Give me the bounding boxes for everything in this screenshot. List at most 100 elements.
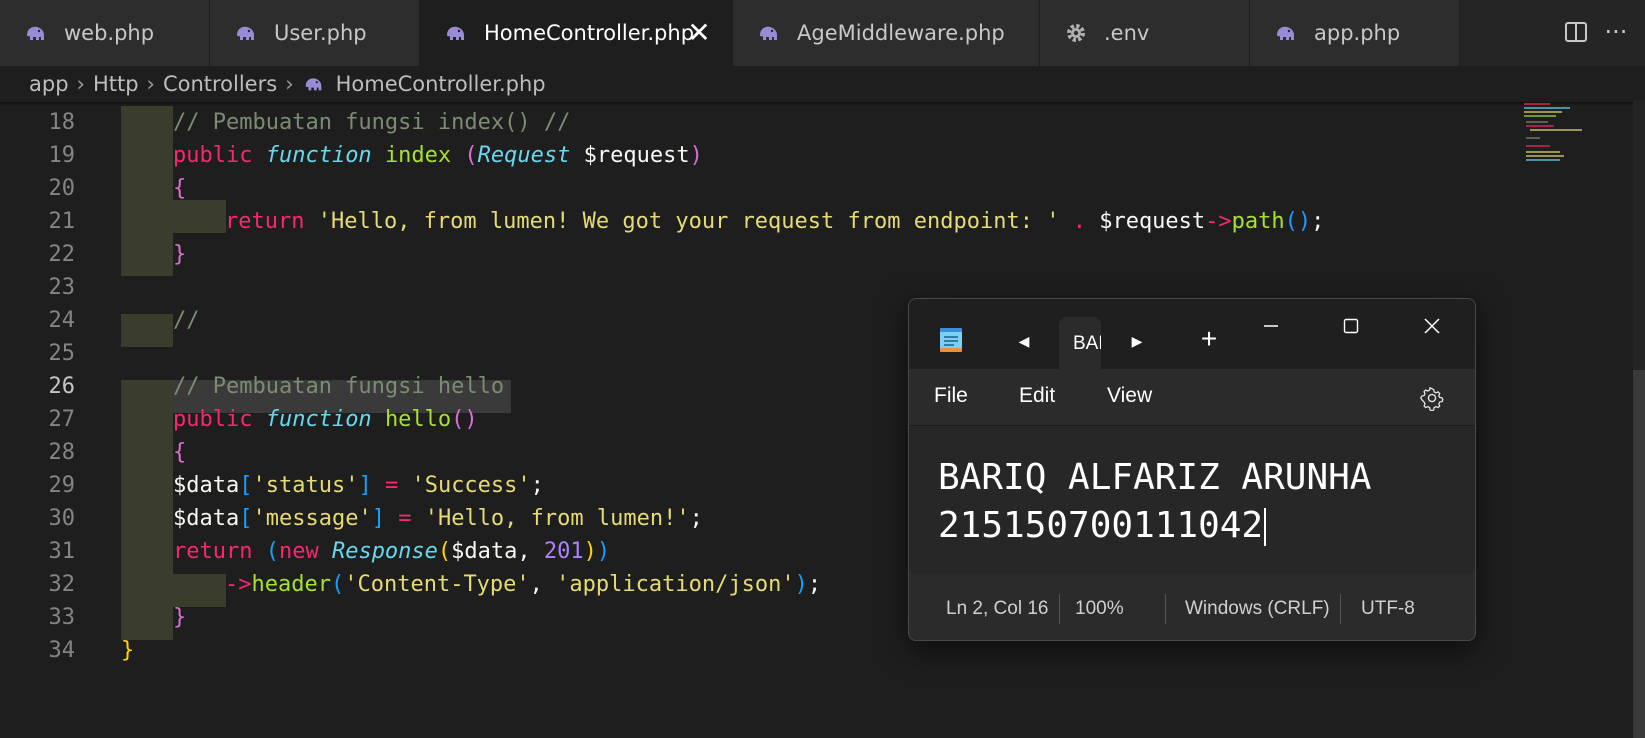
code-token: ->	[1205, 209, 1232, 234]
code-token: .	[1072, 209, 1100, 234]
gear-icon	[1067, 24, 1085, 42]
cursor-position: Ln 2, Col 16	[946, 598, 1049, 619]
code-token: 'Hello, from lumen!'	[424, 506, 690, 531]
php-elephant-icon	[1277, 26, 1294, 40]
code-token: (	[464, 143, 478, 168]
code-token: $request	[583, 143, 690, 168]
code-token: (	[437, 539, 452, 564]
tab-scroll-left-icon[interactable]: ◀	[1014, 331, 1034, 351]
code-token: )	[689, 143, 703, 168]
gear-icon[interactable]	[1419, 385, 1445, 411]
code-token: 'Success'	[411, 473, 531, 498]
tab-user-php[interactable]: User.php	[210, 0, 420, 66]
notepad-menubar: File Edit View	[909, 369, 1475, 426]
encoding: UTF-8	[1361, 598, 1415, 619]
line-number: 19	[48, 143, 76, 168]
code-token: )	[794, 572, 808, 597]
code-text: // Pembuatan fungsi index() //	[173, 106, 570, 139]
breadcrumb-item[interactable]: Http	[93, 72, 139, 96]
code-token: path	[1231, 209, 1285, 234]
line-number: 20	[48, 176, 76, 201]
code-token: =	[384, 506, 425, 531]
split-editor-icon[interactable]	[1560, 16, 1592, 48]
indent-guide	[121, 314, 173, 347]
code-text: {	[173, 436, 186, 469]
menu-edit[interactable]: Edit	[1019, 384, 1055, 408]
notepad-statusbar: Ln 2, Col 16 100% Windows (CRLF) UTF-8	[909, 574, 1475, 640]
code-token: new	[278, 539, 332, 564]
code-token: function	[265, 143, 385, 168]
menu-view[interactable]: View	[1107, 384, 1152, 408]
notepad-line: BARIQ ALFARIZ ARUNHA	[938, 457, 1372, 498]
editor-tab-bar: web.php User.php HomeController.php ✕ Ag…	[0, 0, 1645, 66]
code-token: // Pembuatan fungsi index() //	[173, 110, 571, 135]
code-token: =	[371, 473, 412, 498]
maximize-icon[interactable]	[1336, 311, 1366, 341]
notepad-line-2: 215150700111042	[938, 502, 1267, 550]
tab-scroll-right-icon[interactable]: ▶	[1127, 331, 1147, 351]
status-divider	[1340, 594, 1341, 624]
line-number: 30	[48, 506, 76, 531]
breadcrumb-item[interactable]: app	[29, 72, 69, 96]
tab-label: User.php	[274, 21, 367, 45]
tab-label: AgeMiddleware.php	[797, 21, 1005, 45]
tab-label: app.php	[1314, 21, 1401, 45]
code-token: public	[173, 407, 266, 432]
code-token: index	[384, 143, 465, 168]
code-token: [	[239, 506, 253, 531]
code-text: $data['status'] = 'Success';	[173, 469, 544, 502]
code-token: // Pembuatan fungsi hello	[173, 374, 505, 399]
scrollbar-thumb[interactable]	[1633, 370, 1645, 738]
tab-agemiddleware-php[interactable]: AgeMiddleware.php	[733, 0, 1040, 66]
tab-env[interactable]: .env	[1040, 0, 1250, 66]
code-text: }	[173, 601, 186, 634]
line-number: 34	[48, 638, 76, 663]
close-icon[interactable]: ✕	[684, 18, 714, 48]
code-text: $data['message'] = 'Hello, from lumen!';	[173, 502, 703, 535]
minimize-icon[interactable]	[1256, 311, 1286, 341]
code-token: Request	[477, 143, 584, 168]
tab-app-php[interactable]: app.php	[1250, 0, 1460, 66]
php-elephant-icon	[447, 26, 464, 40]
tab-homecontroller-php[interactable]: HomeController.php ✕	[420, 0, 733, 66]
breadcrumb-item[interactable]: Controllers	[163, 72, 277, 96]
chevron-right-icon: ›	[76, 72, 85, 96]
notepad-line-text: 215150700111042	[938, 505, 1264, 546]
line-number: 21	[48, 209, 76, 234]
code-token: header	[251, 572, 331, 597]
code-token: }	[121, 638, 135, 663]
code-token: //	[173, 308, 200, 333]
code-token: 'application/json'	[556, 572, 795, 597]
minimap[interactable]	[1520, 100, 1590, 170]
code-text: // Pembuatan fungsi hello	[173, 370, 504, 403]
line-number: 29	[48, 473, 76, 498]
zoom-level: 100%	[1075, 598, 1124, 619]
notepad-text-area[interactable]: BARIQ ALFARIZ ARUNHA 215150700111042	[909, 426, 1475, 574]
tab-label: .env	[1104, 21, 1150, 45]
close-icon[interactable]	[1417, 311, 1447, 341]
code-text: ->header('Content-Type', 'application/js…	[225, 568, 821, 601]
code-token: (	[265, 539, 279, 564]
code-token: ]	[371, 506, 385, 531]
indent-guide	[121, 380, 173, 640]
text-caret	[1264, 508, 1267, 546]
code-token: return	[173, 539, 266, 564]
notepad-tab-label: BARIQ ALFARIZ ARUNHA	[1073, 333, 1101, 354]
code-token: hello	[384, 407, 452, 432]
status-divider	[1165, 594, 1166, 624]
code-token: ]	[358, 473, 372, 498]
code-text: return 'Hello, from lumen! We got your r…	[225, 205, 1324, 238]
breadcrumb-file[interactable]: HomeController.php	[336, 72, 546, 96]
code-token: ->	[225, 572, 252, 597]
code-token: $data	[173, 473, 240, 498]
new-tab-icon[interactable]: +	[1197, 325, 1221, 353]
code-token: )	[596, 539, 611, 564]
line-number: 28	[48, 440, 76, 465]
code-token: (	[330, 572, 345, 597]
more-actions-icon[interactable]: ···	[1600, 16, 1632, 48]
php-elephant-icon	[27, 26, 44, 40]
menu-file[interactable]: File	[934, 384, 968, 408]
notepad-titlebar[interactable]: ◀ BARIQ ALFARIZ ARUNHA ▶ +	[909, 299, 1475, 369]
tab-web-php[interactable]: web.php	[0, 0, 210, 66]
notepad-document-tab[interactable]: BARIQ ALFARIZ ARUNHA	[1059, 317, 1101, 369]
